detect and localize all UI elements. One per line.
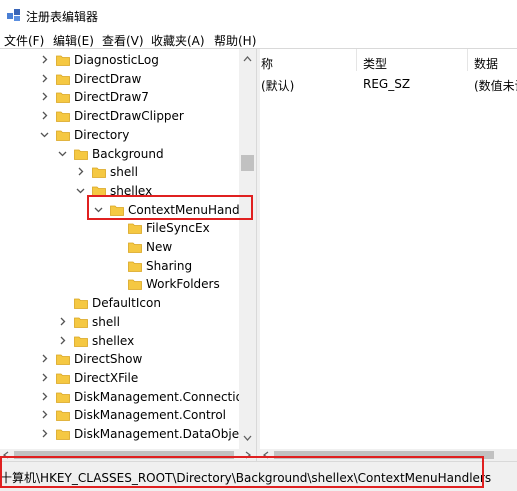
tree-item[interactable]: DiskManagement.Control	[0, 406, 239, 425]
scroll-down-icon[interactable]	[243, 435, 252, 442]
tree-item-label: FileSyncEx	[146, 221, 210, 236]
chevron-right-icon[interactable]	[76, 167, 85, 176]
folder-icon	[74, 336, 88, 347]
tree-item-label: DirectXFile	[74, 370, 139, 385]
chevron-right-icon[interactable]	[40, 354, 49, 363]
tree-vertical-scrollbar[interactable]	[239, 49, 256, 449]
tree-item-label: shell	[110, 165, 138, 180]
folder-icon	[128, 242, 142, 253]
folder-icon	[128, 279, 142, 291]
chevron-right-icon[interactable]	[40, 111, 49, 120]
folder-icon	[56, 111, 70, 122]
tree-item[interactable]: Directory	[0, 126, 239, 145]
chevron-down-icon[interactable]	[58, 149, 67, 158]
folder-icon	[56, 429, 70, 440]
tree-item[interactable]: DirectDraw	[0, 70, 239, 89]
tree-item-label: DirectDraw7	[74, 90, 149, 105]
menu-edit[interactable]: 编辑(E)	[53, 32, 94, 49]
tree-item[interactable]: shell	[0, 163, 239, 182]
main-panes: DiagnosticLog DirectDraw DirectDraw7 Direct…	[0, 48, 517, 461]
tree-item-label: DiagnosticLog	[74, 53, 159, 67]
column-separator[interactable]	[467, 49, 468, 71]
folder-icon	[56, 74, 70, 85]
tree-item[interactable]: shellex	[0, 332, 239, 351]
highlight-box-selected-key	[87, 195, 253, 220]
menu-favorites[interactable]: 收藏夹(A)	[151, 32, 205, 49]
chevron-right-icon[interactable]	[40, 373, 49, 382]
tree-item-label: DefaultIcon	[92, 296, 161, 311]
folder-icon	[74, 317, 88, 328]
menu-help[interactable]: 帮助(H)	[214, 32, 256, 49]
tree-item[interactable]: DirectDraw7	[0, 88, 239, 107]
folder-icon	[128, 223, 142, 235]
tree-item-label: DirectDraw	[74, 71, 142, 86]
tree-item[interactable]: New	[0, 238, 239, 257]
folder-icon	[56, 410, 70, 422]
tree-item[interactable]: shell	[0, 313, 239, 332]
tree-item[interactable]: DirectDrawClipper	[0, 107, 239, 126]
chevron-right-icon[interactable]	[58, 336, 67, 345]
tree-item[interactable]: DiskManagement.Connection	[0, 388, 239, 407]
tree-item-label: DiskManagement.DataObject	[74, 427, 239, 441]
values-pane[interactable]: 称 类型 数据 (默认) REG_SZ (数值未设	[260, 49, 517, 449]
folder-icon	[74, 149, 88, 160]
chevron-right-icon[interactable]	[40, 429, 49, 438]
column-separator[interactable]	[356, 49, 357, 71]
chevron-right-icon[interactable]	[40, 392, 49, 401]
chevron-right-icon[interactable]	[40, 55, 49, 64]
tree-item-label: shellex	[92, 333, 135, 348]
chevron-right-icon[interactable]	[40, 74, 49, 83]
folder-icon	[56, 354, 70, 366]
tree-item[interactable]: Sharing	[0, 257, 239, 276]
menu-file[interactable]: 文件(F)	[4, 32, 44, 49]
tree-item-label: Background	[92, 146, 164, 161]
registry-tree[interactable]: DiagnosticLog DirectDraw DirectDraw7 Direct…	[0, 49, 239, 449]
tree-item[interactable]: DirectXFile	[0, 369, 239, 388]
tree-item[interactable]: DiskManagement.DataObject	[0, 425, 239, 444]
scroll-up-icon[interactable]	[243, 55, 252, 62]
folder-icon	[56, 92, 70, 104]
menu-view[interactable]: 查看(V)	[102, 32, 144, 49]
tree-item-label: WorkFolders	[146, 277, 220, 292]
folder-icon	[56, 55, 70, 66]
tree-item-label: Directory	[74, 127, 130, 142]
folder-icon	[92, 167, 106, 179]
tree-item-label: New	[146, 240, 173, 254]
tree-item[interactable]: WorkFolders	[0, 275, 239, 294]
chevron-down-icon[interactable]	[76, 186, 85, 195]
tree-item[interactable]: DirectShow	[0, 350, 239, 369]
tree-item-label: DiskManagement.Control	[74, 408, 227, 423]
folder-icon	[56, 392, 70, 403]
value-data: (数值未设	[474, 79, 517, 93]
folder-icon	[74, 298, 88, 309]
regedit-icon	[7, 9, 20, 21]
column-header-data[interactable]: 数据	[474, 55, 498, 72]
title-bar: 注册表编辑器	[0, 0, 517, 30]
tree-item-label: DirectShow	[74, 352, 143, 367]
column-header-type[interactable]: 类型	[363, 55, 387, 72]
folder-icon	[56, 373, 70, 384]
tree-item-label: DirectDrawClipper	[74, 109, 184, 124]
chevron-down-icon[interactable]	[40, 130, 49, 139]
folder-icon	[56, 130, 70, 141]
tree-item-label: shell	[92, 314, 120, 329]
tree-item-label: DiskManagement.Connection	[74, 389, 239, 404]
tree-item[interactable]: FileSyncEx	[0, 219, 239, 238]
tree-item[interactable]: Background	[0, 145, 239, 164]
chevron-right-icon[interactable]	[40, 92, 49, 101]
tree-item[interactable]: DiagnosticLog	[0, 51, 239, 70]
menu-bar: 文件(F) 编辑(E) 查看(V) 收藏夹(A) 帮助(H)	[0, 30, 517, 48]
tree-item-label: Sharing	[146, 258, 193, 273]
window-title: 注册表编辑器	[26, 10, 99, 24]
chevron-right-icon[interactable]	[58, 317, 67, 326]
highlight-box-path	[0, 456, 484, 488]
value-type: REG_SZ	[363, 77, 411, 91]
column-header-name[interactable]: 称	[261, 55, 273, 72]
chevron-right-icon[interactable]	[40, 410, 49, 419]
value-name-default[interactable]: (默认)	[261, 77, 294, 94]
folder-icon	[128, 261, 142, 272]
tree-item[interactable]: DefaultIcon	[0, 294, 239, 313]
scroll-thumb[interactable]	[241, 155, 254, 171]
